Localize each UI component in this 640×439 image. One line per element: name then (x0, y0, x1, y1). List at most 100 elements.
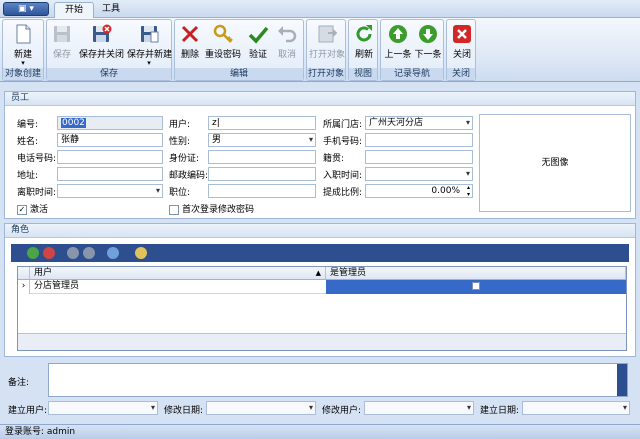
grid-footer (18, 333, 626, 350)
group-view: 刷新 视图 (348, 19, 378, 81)
key-icon (213, 24, 233, 43)
store-select[interactable]: 广州天河分店 (365, 116, 473, 130)
group-save: 保存 保存并关闭 保存并新建 ▾ 保存 (46, 19, 172, 81)
footer-section: 备注: 建立用户: 修改日期: 修改用户: 建立日期: (4, 361, 636, 421)
checkmark-icon: ✓ (17, 204, 27, 215)
post-field[interactable] (208, 184, 316, 198)
chevron-down-icon: ▾ (147, 59, 151, 67)
first-login-checkbox[interactable]: 首次登录修改密码 (169, 202, 254, 215)
id-field[interactable]: 0002 (57, 116, 163, 130)
modified-date-label: 修改日期: (164, 406, 204, 416)
gender-label: 性别: (169, 137, 191, 147)
leave-date-label: 离职时间: (17, 188, 57, 198)
row-indicator-icon: › (18, 280, 30, 294)
post-label: 职位: (169, 188, 191, 198)
leave-date-picker[interactable] (57, 184, 163, 198)
tab-tools[interactable]: 工具 (92, 2, 130, 18)
save-button[interactable]: 保存 (51, 23, 73, 60)
add-role-icon[interactable] (27, 247, 39, 259)
creator-select[interactable] (48, 401, 158, 415)
roles-section-title: 角色 (5, 224, 635, 238)
move-down-icon[interactable] (83, 247, 95, 259)
checkmark-icon (248, 26, 269, 44)
filter-icon[interactable] (135, 247, 147, 259)
employee-section: 员工 编号: 0002 用户: z| 所属门店: 广州天河分店 姓名: 张静 性… (4, 91, 636, 219)
group-edit: 删除 重设密码 验证 取消 编辑 (174, 19, 304, 81)
zip-label: 邮政编码: (169, 171, 209, 181)
cancel-button[interactable]: 取消 (275, 23, 299, 60)
roles-toolbar (11, 244, 629, 262)
save-new-icon (141, 26, 159, 43)
employee-section-title: 员工 (5, 92, 635, 106)
delete-button[interactable]: 删除 (179, 23, 201, 60)
group-close: 关闭 关闭 (446, 19, 476, 81)
column-is-admin[interactable]: 是管理员 (326, 267, 626, 280)
group-record-navigation: 上一条 下一条 记录导航 (380, 19, 444, 81)
modifier-select[interactable] (364, 401, 474, 415)
address-label: 地址: (17, 171, 39, 181)
open-object-icon (318, 25, 338, 43)
chevron-down-icon: ▾ (21, 59, 25, 67)
active-checkbox[interactable]: ✓ 激活 (17, 202, 48, 215)
save-close-icon (93, 24, 112, 42)
commission-spinner[interactable]: 0.00% ▴ ▾ (365, 184, 473, 198)
note-textarea[interactable] (48, 363, 628, 397)
roles-section: 角色 用户 ▲ 是管理员 › 分店管理员 (4, 223, 636, 357)
close-icon (453, 25, 471, 43)
move-up-icon[interactable] (67, 247, 79, 259)
next-record-button[interactable]: 下一条 (414, 23, 442, 60)
open-object-button[interactable]: 打开对象 (309, 23, 345, 60)
idcard-field[interactable] (208, 150, 316, 164)
id-label: 编号: (17, 120, 39, 130)
column-user[interactable]: 用户 ▲ (30, 267, 326, 280)
validate-button[interactable]: 验证 (247, 23, 269, 60)
app-menu-button[interactable]: ▣ ▾ (3, 2, 49, 16)
created-date-picker[interactable] (522, 401, 630, 415)
table-row[interactable]: 分店管理员 (30, 280, 326, 294)
previous-record-button[interactable]: 上一条 (384, 23, 412, 60)
refresh-button[interactable]: 刷新 (352, 23, 376, 60)
tab-home[interactable]: 开始 (54, 2, 95, 18)
hire-date-picker[interactable] (365, 167, 473, 181)
creator-label: 建立用户: (8, 406, 48, 416)
origin-label: 籍贯: (323, 154, 345, 164)
idcard-label: 身份证: (169, 154, 200, 164)
reset-password-button[interactable]: 重设密码 (205, 23, 241, 60)
address-field[interactable] (57, 167, 163, 181)
origin-field[interactable] (365, 150, 473, 164)
ribbon-tab-bar: ▣ ▾ 开始 工具 (0, 0, 640, 18)
modified-date-picker[interactable] (206, 401, 316, 415)
name-field[interactable]: 张静 (57, 133, 163, 147)
modifier-label: 修改用户: (322, 406, 362, 416)
status-bar: 登录账号: admin (0, 424, 640, 439)
ribbon: 新建▾ 对象创建 保存 保存并关闭 保存并新建▾ 保存 删除 重设密码 验证 (0, 18, 640, 82)
user-label: 用户: (169, 120, 191, 130)
spin-arrows-icon: ▴ ▾ (466, 184, 470, 198)
remove-role-icon[interactable] (43, 247, 55, 259)
link-icon[interactable] (107, 247, 119, 259)
mobile-field[interactable] (365, 133, 473, 147)
group-object-create: 新建 ▾ 对象创建 (2, 19, 44, 81)
zip-field[interactable] (208, 167, 316, 181)
created-date-label: 建立日期: (480, 406, 520, 416)
commission-label: 提成比例: (323, 188, 363, 198)
arrow-up-icon (389, 25, 407, 43)
close-button[interactable]: 关闭 (450, 23, 474, 60)
phone-field[interactable] (57, 150, 163, 164)
name-label: 姓名: (17, 137, 39, 147)
user-field[interactable]: z| (208, 116, 316, 130)
undo-arrow-icon (278, 26, 297, 43)
group-open-object: 打开对象 打开对象 (306, 19, 346, 81)
scrollbar[interactable] (617, 364, 627, 396)
photo-box[interactable]: 无图像 (479, 114, 631, 212)
new-button[interactable]: 新建 ▾ (9, 23, 37, 67)
sort-up-icon: ▲ (315, 269, 321, 277)
is-admin-checkbox[interactable] (326, 280, 626, 294)
save-close-button[interactable]: 保存并关闭 (79, 23, 124, 60)
hire-date-label: 入职时间: (323, 171, 363, 181)
roles-grid[interactable]: 用户 ▲ 是管理员 › 分店管理员 (17, 266, 627, 351)
save-new-button[interactable]: 保存并新建 ▾ (127, 23, 172, 67)
gender-select[interactable]: 男 (208, 133, 316, 147)
phone-label: 电话号码: (17, 154, 57, 164)
refresh-icon (356, 25, 372, 42)
